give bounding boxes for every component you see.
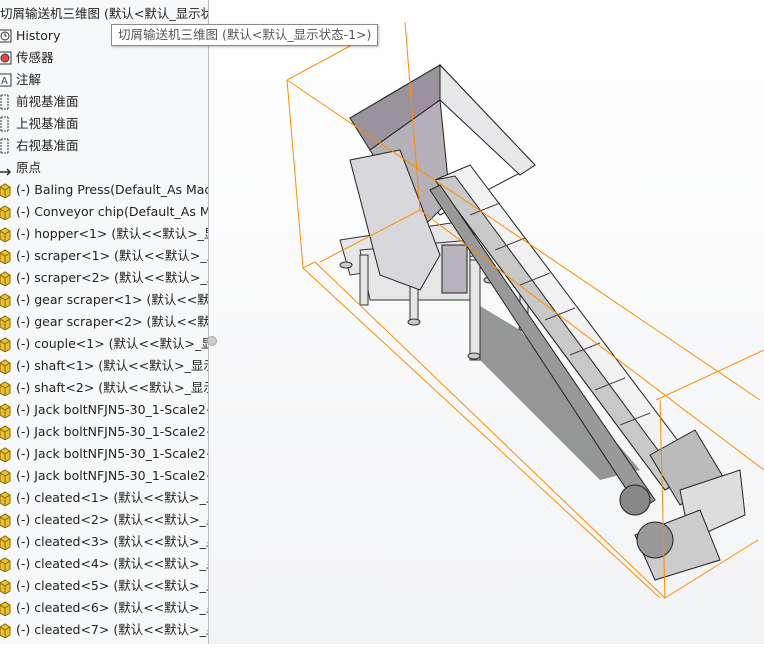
- graphics-viewport[interactable]: [209, 0, 764, 644]
- tree-item-label: (-) Jack boltNFJN5-30_1-Scale2<2>: [16, 424, 208, 439]
- tree-item[interactable]: (-) Jack boltNFJN5-30_1-Scale2<4>: [0, 465, 208, 487]
- part-icon: [0, 490, 16, 506]
- tree-item-label: (-) gear scraper<2> (默认<<默认>_显示状态 1>): [16, 314, 209, 329]
- tree-item-label: (-) shaft<1> (默认<<默认>_显示状态 1>): [16, 358, 208, 373]
- plane-icon: [0, 94, 16, 110]
- tree-item-label: 上视基准面: [16, 116, 79, 131]
- tree-item-label: (-) cleated<1> (默认<<默认>_显示状态 1>): [16, 490, 208, 505]
- tree-item-label: (-) Jack boltNFJN5-30_1-Scale2<1>: [16, 402, 208, 417]
- tree-item[interactable]: 右视基准面: [0, 135, 79, 157]
- part-icon: [0, 424, 16, 440]
- tree-item[interactable]: (-) cleated<2> (默认<<默认>_显示状态 1>): [0, 509, 208, 531]
- part-icon: [0, 182, 16, 198]
- tree-item[interactable]: (-) Jack boltNFJN5-30_1-Scale2<1>: [0, 399, 208, 421]
- part-icon: [0, 446, 16, 462]
- part-icon: [0, 270, 16, 286]
- tree-item[interactable]: (-) Baling Press(Default_As Machined): [0, 179, 208, 201]
- annotation-icon: A: [0, 72, 16, 88]
- tree-item[interactable]: (-) Jack boltNFJN5-30_1-Scale2<2>: [0, 421, 208, 443]
- tree-item[interactable]: History: [0, 25, 60, 47]
- tree-item-label: (-) Baling Press(Default_As Machined): [16, 182, 208, 197]
- tree-item[interactable]: (-) shaft<2> (默认<<默认>_显示状态 1>): [0, 377, 208, 399]
- tree-item-label: 注解: [16, 72, 42, 87]
- tree-item-label: (-) cleated<7> (默认<<默认>_显示状态 1>): [16, 622, 208, 637]
- tree-item[interactable]: (-) cleated<1> (默认<<默认>_显示状态 1>): [0, 487, 208, 509]
- tree-item-label: 右视基准面: [16, 138, 79, 153]
- tree-item[interactable]: (-) cleated<7> (默认<<默认>_显示状态 1>): [0, 619, 208, 641]
- tree-item[interactable]: (-) scraper<2> (默认<<默认>_显示状态 1>): [0, 267, 208, 289]
- tree-item-label: (-) cleated<6> (默认<<默认>_显示状态 1>): [16, 600, 208, 615]
- tree-item-label: (-) shaft<2> (默认<<默认>_显示状态 1>): [16, 380, 208, 395]
- part-icon: [0, 600, 16, 616]
- part-icon: [0, 578, 16, 594]
- part-icon: [0, 336, 16, 352]
- tooltip: 切屑输送机三维图 (默认<默认_显示状态-1>): [111, 24, 379, 46]
- tree-item[interactable]: (-) Conveyor chip(Default_As Machined): [0, 201, 208, 223]
- tree-item[interactable]: (-) Jack boltNFJN5-30_1-Scale2<3>: [0, 443, 208, 465]
- tree-item-label: (-) cleated<5> (默认<<默认>_显示状态 1>): [16, 578, 208, 593]
- sensor-icon: [0, 50, 16, 66]
- part-icon: [0, 622, 16, 638]
- history-icon: [0, 28, 16, 44]
- tree-item-label: (-) Jack boltNFJN5-30_1-Scale2<4>: [16, 468, 208, 483]
- origin-icon: [0, 160, 16, 176]
- part-icon: [0, 402, 16, 418]
- tree-item[interactable]: (-) shaft<1> (默认<<默认>_显示状态 1>): [0, 355, 208, 377]
- tree-item[interactable]: (-) cleated<4> (默认<<默认>_显示状态 1>): [0, 553, 208, 575]
- part-icon: [0, 248, 16, 264]
- tree-item[interactable]: A 注解: [0, 69, 41, 91]
- tree-item[interactable]: (-) hopper<1> (默认<<默认>_显示状态 1>): [0, 223, 208, 245]
- tree-item[interactable]: (-) cleated<6> (默认<<默认>_显示状态 1>): [0, 597, 208, 619]
- tree-item[interactable]: 原点: [0, 157, 41, 179]
- tree-item-label: (-) cleated<4> (默认<<默认>_显示状态 1>): [16, 556, 208, 571]
- tree-item[interactable]: 传感器: [0, 47, 54, 69]
- tree-item-label: (-) gear scraper<1> (默认<<默认>_显示状态 1>): [16, 292, 209, 307]
- tree-item-label: (-) hopper<1> (默认<<默认>_显示状态 1>): [16, 226, 208, 241]
- part-icon: [0, 314, 16, 330]
- tree-item[interactable]: (-) gear scraper<1> (默认<<默认>_显示状态 1>): [0, 289, 209, 311]
- tree-item[interactable]: (-) couple<1> (默认<<默认>_显示状态 1>): [0, 333, 208, 355]
- part-icon: [0, 556, 16, 572]
- part-icon: [0, 358, 16, 374]
- tree-item[interactable]: 上视基准面: [0, 113, 79, 135]
- tree-item-label: 传感器: [16, 50, 54, 65]
- tree-item[interactable]: (-) gear scraper<2> (默认<<默认>_显示状态 1>): [0, 311, 209, 333]
- conveyor-3d-model: [286, 21, 764, 599]
- tree-item-label: History: [16, 28, 61, 43]
- tree-root-assembly[interactable]: 切屑输送机三维图 (默认<默认_显示状态-1>): [0, 4, 208, 24]
- plane-icon: [0, 138, 16, 154]
- tree-item[interactable]: (-) cleated<5> (默认<<默认>_显示状态 1>): [0, 575, 208, 597]
- tree-item[interactable]: (-) cleated<3> (默认<<默认>_显示状态 1>): [0, 531, 208, 553]
- tree-item-label: (-) scraper<2> (默认<<默认>_显示状态 1>): [16, 270, 208, 285]
- tree-item-label: (-) couple<1> (默认<<默认>_显示状态 1>): [16, 336, 208, 351]
- tree-item-label: (-) scraper<1> (默认<<默认>_显示状态 1>): [16, 248, 208, 263]
- feature-manager-tree[interactable]: 切屑输送机三维图 (默认<默认_显示状态-1>) History 传感器 A 注解前视…: [0, 0, 209, 644]
- svg-text:A: A: [1, 76, 8, 87]
- part-icon: [0, 380, 16, 396]
- tree-item-label: (-) Conveyor chip(Default_As Machined): [16, 204, 208, 219]
- tree-item-label: 原点: [16, 160, 42, 175]
- tree-item[interactable]: 前视基准面: [0, 91, 79, 113]
- part-icon: [0, 534, 16, 550]
- tree-item-label: 前视基准面: [16, 94, 79, 109]
- tree-item-label: (-) cleated<3> (默认<<默认>_显示状态 1>): [16, 534, 208, 549]
- part-icon: [0, 204, 16, 220]
- part-icon: [0, 226, 16, 242]
- tree-item-label: (-) Jack boltNFJN5-30_1-Scale2<3>: [16, 446, 208, 461]
- part-icon: [0, 292, 16, 308]
- part-icon: [0, 512, 16, 528]
- tree-item-label: (-) cleated<2> (默认<<默认>_显示状态 1>): [16, 512, 208, 527]
- part-icon: [0, 468, 16, 484]
- panel-resize-handle[interactable]: [207, 336, 217, 346]
- tree-item[interactable]: (-) scraper<1> (默认<<默认>_显示状态 1>): [0, 245, 208, 267]
- plane-icon: [0, 116, 16, 132]
